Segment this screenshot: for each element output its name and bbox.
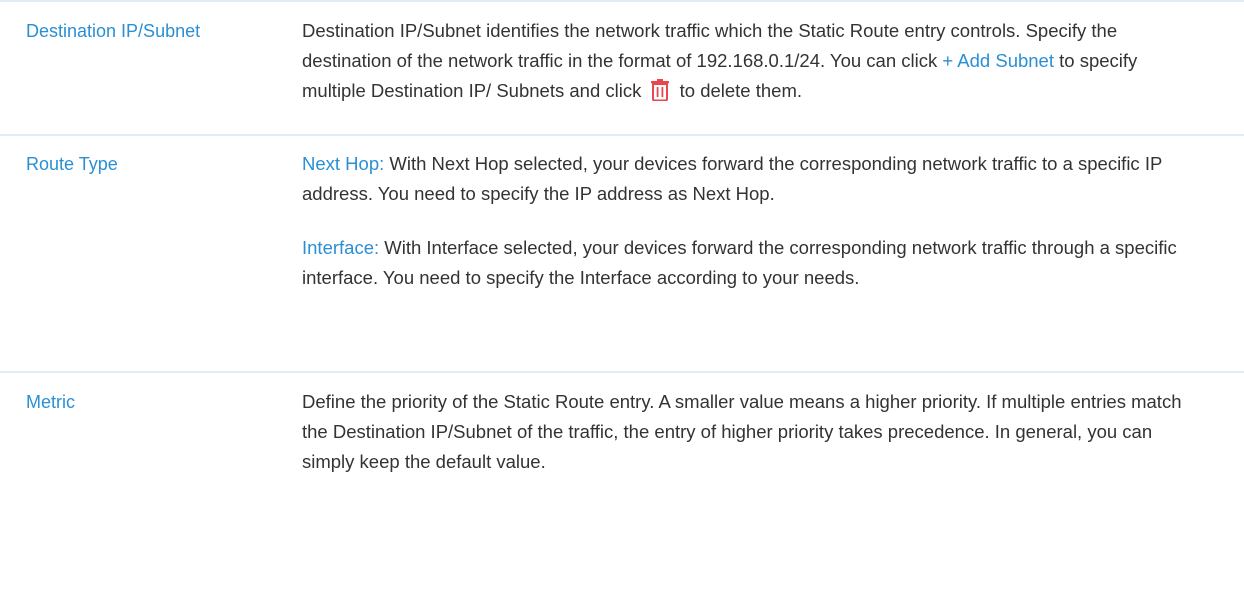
next-hop-text: With Next Hop selected, your devices for… xyxy=(302,153,1162,204)
description-destination-ip-subnet: Destination IP/Subnet identifies the net… xyxy=(302,16,1244,110)
table-row-route-type: Route Type Next Hop: With Next Hop selec… xyxy=(0,136,1244,371)
interface-text: With Interface selected, your devices fo… xyxy=(302,237,1177,288)
term-route-type: Route Type xyxy=(26,154,118,174)
interface-label: Interface: xyxy=(302,237,380,258)
description-route-type: Next Hop: With Next Hop selected, your d… xyxy=(302,149,1244,293)
next-hop-paragraph: Next Hop: With Next Hop selected, your d… xyxy=(302,149,1204,209)
definition-table: Destination IP/Subnet Destination IP/Sub… xyxy=(0,0,1244,573)
desc-text-part3: to delete them. xyxy=(674,80,803,101)
add-subnet-link[interactable]: + Add Subnet xyxy=(942,50,1054,71)
trash-icon xyxy=(650,79,670,110)
table-row-destination: Destination IP/Subnet Destination IP/Sub… xyxy=(0,2,1244,134)
description-metric: Define the priority of the Static Route … xyxy=(302,391,1182,472)
term-metric: Metric xyxy=(26,392,75,412)
next-hop-label: Next Hop: xyxy=(302,153,385,174)
term-destination-ip-subnet: Destination IP/Subnet xyxy=(26,21,201,41)
table-row-metric: Metric Define the priority of the Static… xyxy=(0,373,1244,573)
interface-paragraph: Interface: With Interface selected, your… xyxy=(302,233,1204,293)
